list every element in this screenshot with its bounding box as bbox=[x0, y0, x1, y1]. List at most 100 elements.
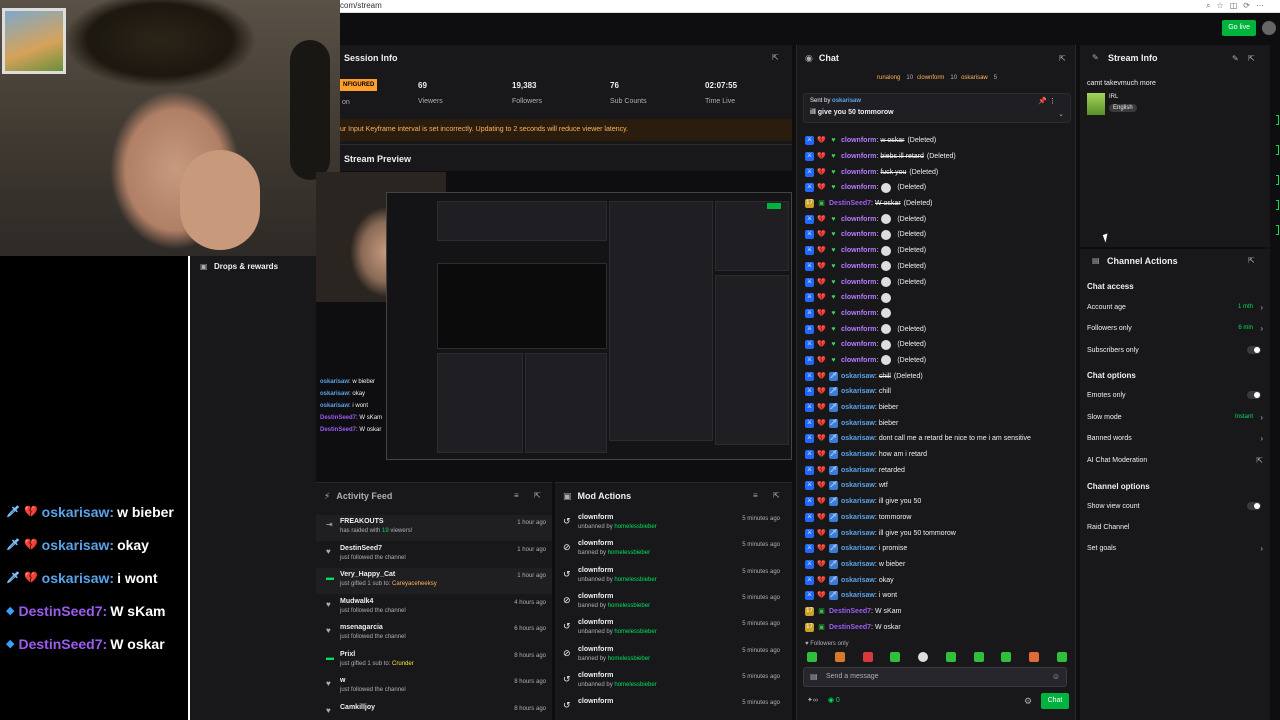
ai-moderation-option[interactable]: AI Chat Moderation ⇱ bbox=[1087, 456, 1263, 465]
emote-icon[interactable] bbox=[862, 652, 873, 662]
banned-words-option[interactable]: Banned words › bbox=[1087, 434, 1263, 443]
mod-action-item[interactable]: ↺ clownform unbanned by homelessbieber 5 mi… bbox=[555, 669, 792, 695]
chat-username[interactable]: clownform bbox=[841, 231, 876, 238]
popout-icon[interactable]: ⇱ bbox=[772, 53, 779, 62]
emote-icon[interactable] bbox=[834, 652, 845, 662]
chat-message[interactable]: ⚔ 💔 🗡 oskarisaw: i promise bbox=[805, 541, 1071, 557]
emotes-only-toggle[interactable] bbox=[1247, 391, 1261, 399]
browser-toolbar-icons[interactable]: ⌕☆◫⟳⋯ bbox=[1206, 1, 1270, 11]
chat-message[interactable]: ⚔ 💔 🗡 oskarisaw: ill give you 50 bbox=[805, 494, 1071, 510]
popout-icon[interactable]: ⇱ bbox=[1248, 256, 1255, 265]
chat-message[interactable]: ⚔ 💔 ♥ clownform: (Deleted) bbox=[805, 353, 1071, 369]
pin-icon[interactable]: 📌 ⋮ bbox=[1038, 97, 1056, 105]
go-live-button[interactable]: Go live bbox=[1222, 20, 1256, 36]
emote-icon[interactable] bbox=[1056, 652, 1067, 662]
channel-points[interactable]: ◉ 0 bbox=[828, 697, 840, 704]
chat-message[interactable]: ⚔ 💔 🗡 oskarisaw: okay bbox=[805, 572, 1071, 588]
chat-username[interactable]: oskarisaw bbox=[841, 404, 875, 411]
quick-action-icon[interactable] bbox=[1276, 175, 1279, 185]
chat-message[interactable]: ⚔ 💔 ♥ clownform: (Deleted) bbox=[805, 180, 1071, 196]
chat-username[interactable]: DestinSeed7 bbox=[829, 200, 871, 207]
mod-action-item[interactable]: ↺ clownform unbanned by homelessbieber 5 mi… bbox=[555, 564, 792, 590]
chat-username[interactable]: DestinSeed7 bbox=[829, 624, 871, 631]
pinned-message[interactable]: Sent by oskarisaw ill give you 50 tommor… bbox=[803, 93, 1071, 123]
emote-bar[interactable] bbox=[807, 652, 1067, 664]
bits-icon[interactable]: ✦∞ bbox=[807, 697, 818, 704]
emote-icon[interactable] bbox=[1001, 652, 1012, 662]
stream-preview[interactable]: oskarisaw: w bieber oskarisaw: okay oskari… bbox=[316, 172, 792, 462]
chat-message[interactable]: ⚔ 💔 🗡 oskarisaw: chill bbox=[805, 384, 1071, 400]
chat-message[interactable]: ⚔ 💔 ♥ clownform: (Deleted) bbox=[805, 259, 1071, 275]
activity-item[interactable]: ♥ msenagarcia just followed the channel 6 h… bbox=[316, 621, 552, 647]
emote-icon[interactable] bbox=[890, 652, 901, 662]
chat-username[interactable]: clownform bbox=[841, 137, 876, 144]
chat-username[interactable]: oskarisaw bbox=[841, 451, 875, 458]
chat-username[interactable]: oskarisaw bbox=[841, 592, 875, 599]
emote-picker-icon[interactable]: ☺ bbox=[1052, 672, 1060, 681]
chat-username[interactable]: oskarisaw bbox=[841, 530, 875, 537]
set-goals-option[interactable]: Set goals › bbox=[1087, 544, 1263, 553]
chat-message[interactable]: ⚔ 💔 ♥ clownform: w oskar (Deleted) bbox=[805, 133, 1071, 149]
chat-username[interactable]: oskarisaw bbox=[841, 498, 875, 505]
chat-message[interactable]: ⚔ 💔 ♥ clownform: (Deleted) bbox=[805, 243, 1071, 259]
chat-username[interactable]: clownform bbox=[841, 184, 876, 191]
chat-message[interactable]: ⚔ 💔 ♥ clownform: (Deleted) bbox=[805, 337, 1071, 353]
chat-message[interactable]: ⚔ 💔 ♥ clownform: (Deleted) bbox=[805, 321, 1071, 337]
filter-icon[interactable]: ≡ bbox=[753, 491, 758, 500]
activity-item[interactable]: ▬ Prixl just gifted 1 sub to: Crunder 8 hou… bbox=[316, 648, 552, 674]
filter-icon[interactable]: ≡ bbox=[514, 491, 519, 500]
drops-rewards-item[interactable]: ▣ Drops & rewards bbox=[200, 262, 278, 271]
chat-username[interactable]: clownform bbox=[841, 357, 876, 364]
subscribers-only-toggle[interactable] bbox=[1247, 346, 1261, 354]
activity-item[interactable]: ⇥ FREAKOUTS has raided with 19 viewers! 1 h… bbox=[316, 515, 552, 541]
activity-item[interactable]: ♥ w just followed the channel 8 hours ago bbox=[316, 674, 552, 700]
chat-message[interactable]: 17 ▣ DestinSeed7: W oskar (Deleted) bbox=[805, 196, 1071, 212]
chat-username[interactable]: clownform bbox=[841, 247, 876, 254]
chat-message[interactable]: ⚔ 💔 ♥ clownform: bbox=[805, 290, 1071, 306]
chat-username[interactable]: oskarisaw bbox=[841, 435, 875, 442]
chat-username[interactable]: clownform bbox=[841, 279, 876, 286]
chat-message[interactable]: ⚔ 💔 🗡 oskarisaw: retarded bbox=[805, 462, 1071, 478]
chat-username[interactable]: oskarisaw bbox=[841, 388, 875, 395]
slow-mode-option[interactable]: Slow mode Instant › bbox=[1087, 413, 1263, 422]
gear-icon[interactable]: ⚙ bbox=[1024, 696, 1032, 707]
chat-message[interactable]: ⚔ 💔 🗡 oskarisaw: i wont bbox=[805, 588, 1071, 604]
chat-message[interactable]: ⚔ 💔 ♥ clownform: biebs ill retard (Deleted) bbox=[805, 149, 1071, 165]
mod-action-item[interactable]: ⊘ clownform banned by homelessbieber 5 minu… bbox=[555, 590, 792, 616]
top-chatter-name[interactable]: oskarisaw bbox=[961, 75, 988, 81]
chat-input[interactable]: ▤ Send a message ☺ bbox=[803, 667, 1067, 687]
chat-message[interactable]: ⚔ 💔 🗡 oskarisaw: chill (Deleted) bbox=[805, 368, 1071, 384]
chat-message[interactable]: 17 ▣ DestinSeed7: W sKam bbox=[805, 604, 1071, 620]
quick-action-icon[interactable] bbox=[1276, 200, 1279, 210]
chat-message[interactable]: ⚔ 💔 🗡 oskarisaw: bieber bbox=[805, 415, 1071, 431]
chat-username[interactable]: clownform bbox=[841, 169, 876, 176]
chat-message[interactable]: ⚔ 💔 ♥ clownform: (Deleted) bbox=[805, 274, 1071, 290]
mod-action-item[interactable]: ↺ clownform 5 minutes ago bbox=[555, 695, 792, 720]
popout-icon[interactable]: ⇱ bbox=[534, 491, 541, 500]
chat-message[interactable]: ⚔ 💔 🗡 oskarisaw: how am i retard bbox=[805, 447, 1071, 463]
chat-username[interactable]: clownform bbox=[841, 341, 876, 348]
top-chatter-name[interactable]: clownform bbox=[917, 75, 944, 81]
chat-message[interactable]: ⚔ 💔 ♥ clownform: bbox=[805, 306, 1071, 322]
chat-username[interactable]: clownform bbox=[841, 263, 876, 270]
chat-username[interactable]: oskarisaw bbox=[841, 514, 875, 521]
chat-username[interactable]: oskarisaw bbox=[841, 561, 875, 568]
chat-message[interactable]: ⚔ 💔 🗡 oskarisaw: tommorow bbox=[805, 510, 1071, 526]
raid-channel-option[interactable]: Raid Channel bbox=[1087, 524, 1263, 531]
emote-icon[interactable] bbox=[945, 652, 956, 662]
chat-message[interactable]: ⚔ 💔 ♥ clownform: fuck you (Deleted) bbox=[805, 164, 1071, 180]
show-view-count-toggle[interactable] bbox=[1247, 502, 1261, 510]
popout-icon[interactable]: ⇱ bbox=[773, 491, 780, 500]
emote-icon[interactable] bbox=[918, 652, 929, 662]
popout-icon[interactable]: ⇱ bbox=[1059, 54, 1066, 63]
chat-username[interactable]: oskarisaw bbox=[841, 467, 875, 474]
chevron-down-icon[interactable]: ⌄ bbox=[1058, 110, 1064, 118]
activity-item[interactable]: ▬ Very_Happy_Cat just gifted 1 sub to: Car… bbox=[316, 568, 552, 594]
activity-item[interactable]: ♥ Camkilljoy 8 hours ago bbox=[316, 701, 552, 720]
chat-username[interactable]: oskarisaw bbox=[841, 482, 875, 489]
chat-message[interactable]: ⚔ 💔 🗡 oskarisaw: bieber bbox=[805, 400, 1071, 416]
command-icon[interactable]: ▤ bbox=[810, 672, 818, 681]
chat-message[interactable]: ⚔ 💔 🗡 oskarisaw: ill give you 50 tommorow bbox=[805, 525, 1071, 541]
chat-send-button[interactable]: Chat bbox=[1041, 693, 1069, 709]
chat-message[interactable]: ⚔ 💔 🗡 oskarisaw: dont call me a retard be ni… bbox=[805, 431, 1071, 447]
